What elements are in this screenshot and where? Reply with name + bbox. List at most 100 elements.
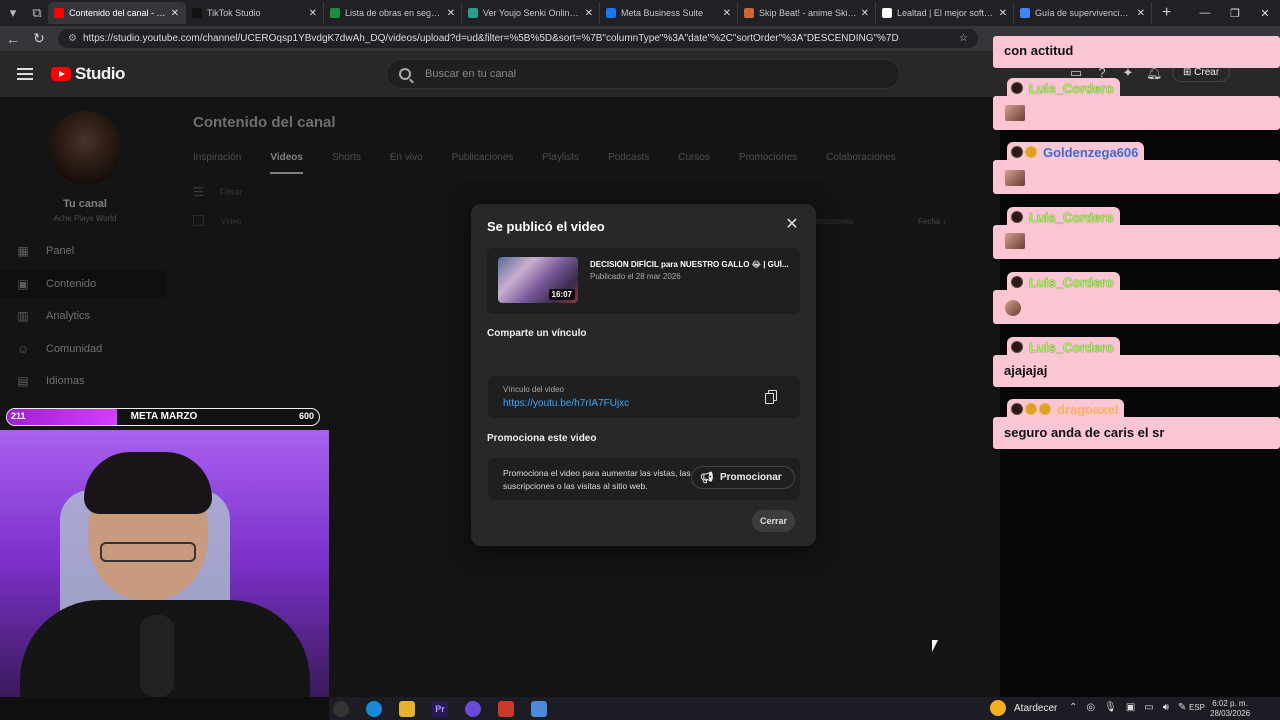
tab-close-icon[interactable]: ✕ xyxy=(1137,8,1145,19)
tab-favicon-icon xyxy=(1020,8,1030,18)
chat-username-tag: Goldenzega606 xyxy=(1007,142,1145,162)
store-icon[interactable] xyxy=(531,700,547,717)
browser-tab[interactable]: Skip Beat! - anime Skip Beat ✕ xyxy=(738,2,876,24)
tab-close-icon[interactable]: ✕ xyxy=(585,8,593,19)
tab-actions-icon[interactable]: ▾ xyxy=(2,2,24,24)
site-info-icon[interactable]: ⚙ xyxy=(68,33,77,44)
chat-username: Luis_Cordero xyxy=(1029,80,1114,96)
app-icon[interactable] xyxy=(465,700,481,717)
sub-badge-icon xyxy=(1039,403,1051,415)
browser-tab[interactable]: Contenido del canal - YouTube ✕ xyxy=(48,2,186,24)
chat-message-text: seguro anda de caris el sr xyxy=(1004,425,1165,440)
browser-tab[interactable]: Lealtad | El mejor software ✕ xyxy=(876,2,1014,24)
tab-favicon-icon xyxy=(54,8,64,18)
window-close-icon[interactable]: ✕ xyxy=(1250,7,1280,20)
logo-text: Studio xyxy=(75,64,125,83)
search-placeholder: Buscar en tu canal xyxy=(425,68,517,80)
user-badge-icon xyxy=(1011,146,1023,158)
sub-badge-icon xyxy=(1025,146,1037,158)
video-published-date: Publicado el 28 mar 2026 xyxy=(590,272,681,281)
browser-tab[interactable]: Ver Youjo Senki Online Sub ✕ xyxy=(462,2,600,24)
goal-progress-bar: 211 META MARZO 600 xyxy=(6,408,320,426)
browser-tab[interactable]: Lista de obras en seguimiento ✕ xyxy=(324,2,462,24)
studio-logo[interactable]: Studio xyxy=(51,64,125,84)
tab-close-icon[interactable]: ✕ xyxy=(309,8,317,19)
promo-description: Promociona el video para aumentar las vi… xyxy=(503,468,691,491)
video-title: DECISIÓN DIFÍCIL para NUESTRO GALLO 😂 | … xyxy=(590,260,789,269)
browser-tab[interactable]: Meta Business Suite ✕ xyxy=(600,2,738,24)
tab-favicon-icon xyxy=(468,8,478,18)
emote-icon xyxy=(1005,233,1025,249)
search-icon xyxy=(399,68,411,80)
url-field[interactable]: ⚙ https://studio.youtube.com/channel/UCE… xyxy=(58,29,978,48)
video-link[interactable]: https://youtu.be/h7rIA7FUjxc xyxy=(503,398,629,409)
premiere-icon[interactable]: Pr xyxy=(432,700,448,717)
maximize-icon[interactable]: ❐ xyxy=(1220,7,1250,20)
goal-max: 600 xyxy=(298,411,314,421)
menu-icon[interactable] xyxy=(17,68,33,80)
volume-icon[interactable]: 🔊︎ xyxy=(1163,702,1169,713)
tab-title: Skip Beat! - anime Skip Beat xyxy=(759,8,857,18)
chat-username: Luis_Cordero xyxy=(1029,339,1114,355)
tab-close-icon[interactable]: ✕ xyxy=(999,8,1007,19)
tray-app-icon[interactable]: ◎ xyxy=(1086,702,1095,713)
chat-message xyxy=(993,96,1280,130)
user-badge-icon xyxy=(1011,211,1023,223)
system-tray: ⌃ ◎ 🎙︎ ▣ ▭ 🔊︎ ✎ xyxy=(1069,702,1186,713)
close-button[interactable]: Cerrar xyxy=(752,510,796,532)
weather-widget[interactable]: Atardecer xyxy=(990,700,1057,716)
reload-icon[interactable]: ↻ xyxy=(26,30,52,47)
published-dialog: Se publicó el video ✕ 16:07 DECISIÓN DIF… xyxy=(471,204,816,546)
new-tab-icon[interactable]: + xyxy=(1162,4,1171,22)
tab-close-icon[interactable]: ✕ xyxy=(723,8,731,19)
mic-icon[interactable]: 🎙︎ xyxy=(1104,702,1117,713)
video-link-box: Vínculo del video https://youtu.be/h7rIA… xyxy=(488,376,800,418)
window-controls: — ❐ ✕ xyxy=(1190,0,1280,26)
youtube-play-icon xyxy=(51,67,71,81)
tab-group-icon[interactable]: ⧉ xyxy=(26,2,48,24)
promo-heading: Promociona este video xyxy=(487,433,597,444)
display-icon[interactable]: ▭ xyxy=(1144,702,1153,713)
video-thumbnail[interactable]: 16:07 xyxy=(498,257,578,303)
emote-icon xyxy=(1005,300,1021,316)
copy-icon[interactable] xyxy=(765,390,778,404)
browser-tab[interactable]: Guía de supervivencia del e ✕ xyxy=(1014,2,1152,24)
network-icon[interactable]: ▣ xyxy=(1126,702,1135,713)
tab-close-icon[interactable]: ✕ xyxy=(861,8,869,19)
pen-icon[interactable]: ✎ xyxy=(1178,702,1186,713)
chat-message-text: ajajajaj xyxy=(1004,363,1048,378)
clock-date: 28/03/2026 xyxy=(1210,709,1251,718)
search-input[interactable]: Buscar en tu canal xyxy=(386,59,900,89)
file-explorer-icon[interactable] xyxy=(399,700,415,717)
goal-name: META MARZO xyxy=(130,411,198,422)
tab-favicon-icon xyxy=(882,8,892,18)
mouse-cursor xyxy=(932,640,938,652)
megaphone-icon: 📢︎ xyxy=(700,472,714,484)
chat-message: con actitud xyxy=(993,36,1280,68)
game-icon[interactable] xyxy=(498,700,514,717)
minimize-icon[interactable]: — xyxy=(1190,7,1220,19)
clock[interactable]: 6:02 p. m. 28/03/2026 xyxy=(1210,699,1250,719)
language-indicator[interactable]: ESP xyxy=(1189,703,1205,712)
chat-username-tag: dragoaxel xyxy=(1007,399,1125,419)
edge-icon[interactable] xyxy=(366,700,382,717)
tab-favicon-icon xyxy=(744,8,754,18)
bookmark-star-icon[interactable]: ☆ xyxy=(959,33,968,44)
video-duration: 16:07 xyxy=(548,289,575,300)
promote-button[interactable]: 📢︎ Promocionar xyxy=(691,466,795,489)
tab-close-icon[interactable]: ✕ xyxy=(447,8,455,19)
chat-username-tag: Luis_Cordero xyxy=(1007,337,1120,357)
close-icon[interactable]: ✕ xyxy=(783,216,801,234)
tab-list: Contenido del canal - YouTube✕TikTok Stu… xyxy=(48,2,1152,24)
tray-chevron-icon[interactable]: ⌃ xyxy=(1069,702,1077,713)
tab-close-icon[interactable]: ✕ xyxy=(171,8,179,19)
obs-icon[interactable] xyxy=(333,700,349,717)
chat-message: ajajajaj xyxy=(993,355,1280,387)
tab-title: Meta Business Suite xyxy=(621,8,704,18)
back-icon[interactable]: ← xyxy=(0,31,26,47)
tab-title: TikTok Studio xyxy=(207,8,261,18)
webcam-hair xyxy=(84,452,212,514)
tab-favicon-icon xyxy=(606,8,616,18)
chat-message: seguro anda de caris el sr xyxy=(993,417,1280,449)
browser-tab[interactable]: TikTok Studio ✕ xyxy=(186,2,324,24)
